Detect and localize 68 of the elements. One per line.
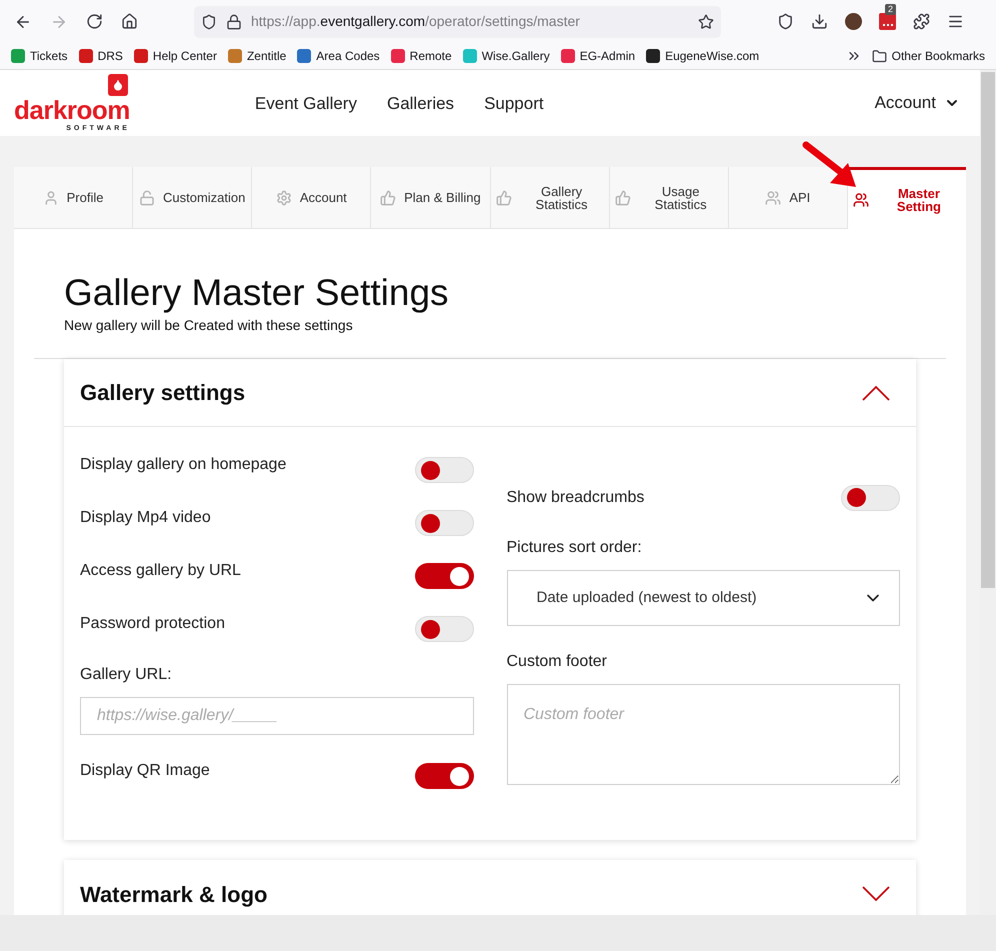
bookmark-item[interactable]: EugeneWise.com bbox=[646, 47, 760, 65]
people-icon bbox=[852, 192, 869, 208]
page-subtitle: New gallery will be Created with these settings bbox=[64, 316, 354, 335]
url-text: https://app.eventgallery.com/operator/settings/master bbox=[251, 12, 581, 31]
address-bar[interactable]: https://app.eventgallery.com/operator/settings/master bbox=[194, 6, 721, 38]
people-icon bbox=[765, 190, 782, 206]
extensions-icon[interactable] bbox=[913, 13, 930, 30]
lock-icon bbox=[226, 14, 242, 30]
setting-label: Display Mp4 video bbox=[80, 508, 211, 528]
padlock-icon bbox=[139, 190, 155, 206]
settings-tab[interactable]: Account bbox=[252, 167, 372, 229]
nav-link[interactable]: Event Gallery bbox=[254, 90, 357, 116]
gear-icon bbox=[276, 190, 292, 206]
settings-tab[interactable]: Gallery Statistics bbox=[490, 167, 610, 229]
menu-icon[interactable] bbox=[947, 13, 964, 30]
settings-tab[interactable]: Customization bbox=[133, 167, 252, 229]
settings-tab[interactable]: Master Setting bbox=[848, 167, 966, 229]
chevron-down-icon bbox=[862, 886, 890, 902]
home-icon[interactable] bbox=[121, 13, 138, 30]
section-header[interactable]: Watermark & logo bbox=[64, 860, 916, 915]
extension-icon[interactable] bbox=[879, 13, 896, 30]
settings-tab[interactable]: Profile bbox=[14, 167, 134, 229]
setting-label: Access gallery by URL bbox=[80, 561, 241, 581]
settings-tab[interactable]: Plan & Billing bbox=[371, 167, 490, 229]
bookmark-item[interactable]: Help Center bbox=[134, 47, 217, 65]
footer-field[interactable]: Custom footer bbox=[506, 684, 900, 785]
user-icon bbox=[42, 190, 59, 206]
toggle-switch[interactable] bbox=[414, 616, 474, 642]
settings-tab[interactable]: API bbox=[728, 167, 848, 229]
bookmark-item[interactable]: DRS bbox=[78, 47, 123, 65]
toggle-switch[interactable] bbox=[414, 563, 474, 589]
download-icon[interactable] bbox=[811, 13, 828, 30]
shield-icon bbox=[201, 14, 217, 30]
other-bookmarks[interactable]: Other Bookmarks bbox=[872, 47, 985, 65]
setting-label: Password protection bbox=[80, 614, 225, 634]
star-icon[interactable] bbox=[698, 14, 714, 30]
page-title: Gallery Master Settings bbox=[64, 271, 450, 315]
setting-label: Show breadcrumbs bbox=[506, 488, 644, 508]
reload-icon[interactable] bbox=[86, 13, 103, 30]
settings-tab[interactable]: Usage Statistics bbox=[610, 167, 729, 229]
folder-icon bbox=[872, 48, 887, 64]
toggle-switch[interactable] bbox=[414, 457, 474, 483]
bookmark-item[interactable]: EG-Admin bbox=[560, 47, 636, 65]
thumbs-up-icon bbox=[614, 190, 631, 206]
toggle-switch[interactable] bbox=[414, 763, 474, 789]
thumbs-up-icon bbox=[496, 190, 512, 206]
sort-order-select[interactable]: Date uploaded (newest to oldest) bbox=[506, 570, 900, 626]
profile-avatar[interactable] bbox=[845, 13, 862, 30]
section-header[interactable]: Gallery settings bbox=[64, 359, 916, 427]
bookmark-item[interactable]: Remote bbox=[390, 47, 452, 65]
extension-badge: 2 bbox=[885, 4, 896, 15]
thumbs-up-icon bbox=[380, 190, 396, 206]
bookmark-item[interactable]: Zentitle bbox=[228, 47, 286, 65]
url-field[interactable]: https://wise.gallery/_____ bbox=[80, 697, 474, 735]
setting-label: Display QR Image bbox=[80, 761, 210, 781]
nav-link[interactable]: Support bbox=[484, 90, 544, 116]
bookmark-item[interactable]: Area Codes bbox=[297, 47, 380, 65]
nav-link[interactable]: Galleries bbox=[386, 90, 454, 116]
bookmark-item[interactable]: Tickets bbox=[11, 47, 68, 65]
setting-label: Display gallery on homepage bbox=[80, 455, 286, 475]
field-label: Gallery URL: bbox=[80, 665, 173, 685]
field-label: Pictures sort order: bbox=[506, 538, 643, 558]
account-menu[interactable]: Account bbox=[874, 90, 960, 116]
toggle-switch[interactable] bbox=[841, 484, 900, 510]
bookmark-item[interactable]: Wise.Gallery bbox=[462, 47, 550, 65]
toggle-switch[interactable] bbox=[414, 510, 474, 536]
chevron-up-icon bbox=[862, 384, 890, 400]
field-label: Custom footer bbox=[506, 652, 608, 672]
